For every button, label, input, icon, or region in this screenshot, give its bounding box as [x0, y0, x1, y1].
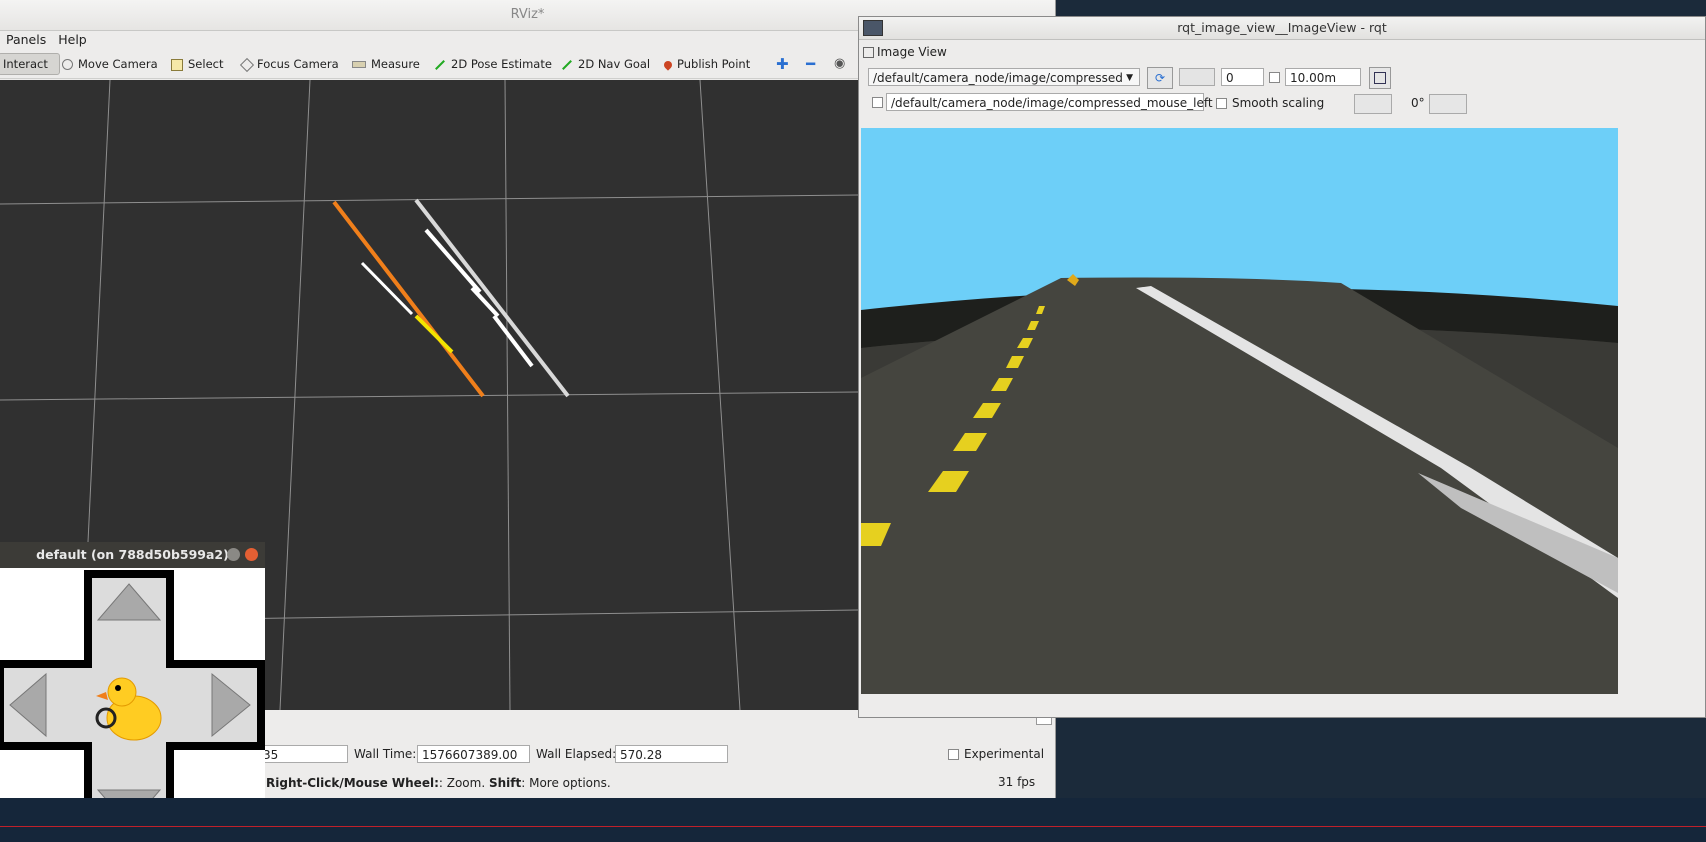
- menu-panels[interactable]: Panels: [0, 30, 52, 50]
- chevron-down-icon: ▼: [1126, 73, 1133, 83]
- plugin-icon: [863, 47, 874, 58]
- rqt-window: rqt_image_view__ImageView - rqt Image Vi…: [858, 16, 1706, 718]
- joystick-title-bar: default (on 788d50b599a2): [0, 542, 265, 568]
- hint-text-1: : Zoom.: [438, 776, 489, 790]
- save-icon: [1374, 72, 1386, 84]
- plugin-label: Image View: [877, 45, 947, 59]
- lane-segments: [332, 198, 570, 398]
- plugin-header: Image View: [863, 45, 947, 59]
- red-divider-line: [0, 826, 1706, 827]
- mouse-topic-field[interactable]: /default/camera_node/image/compressed_mo…: [886, 93, 1213, 111]
- tool-measure-label: Measure: [371, 57, 420, 71]
- rqt-title: rqt_image_view__ImageView - rqt: [1177, 20, 1387, 35]
- window-icon: [863, 20, 883, 36]
- rviz-title: RViz*: [510, 7, 545, 22]
- ruler-icon: [352, 61, 366, 68]
- map-pin-icon: [662, 58, 674, 71]
- tool-publish-point[interactable]: Publish Point: [660, 53, 754, 75]
- hint-bold-1: Right-Click/Mouse Wheel:: [266, 776, 439, 790]
- desktop-taskbar: [0, 798, 1706, 842]
- wall-time-label: Wall Time:: [354, 747, 417, 761]
- wall-elapsed-field[interactable]: 570.28: [615, 745, 728, 763]
- menu-help[interactable]: Help: [52, 30, 93, 50]
- green-arrow-icon: [562, 59, 572, 70]
- tool-interact[interactable]: Interact: [0, 53, 60, 75]
- tool-select-label: Select: [188, 57, 224, 71]
- ros-elapsed-field[interactable]: 35: [258, 745, 348, 763]
- depth-spinbox[interactable]: 0: [1221, 68, 1264, 86]
- max-range-checkbox[interactable]: [1269, 72, 1280, 83]
- tool-pose-estimate[interactable]: 2D Pose Estimate: [430, 53, 556, 75]
- rotate-left-button[interactable]: [1354, 94, 1392, 114]
- tool-focus-camera[interactable]: Focus Camera: [238, 53, 343, 75]
- plus-icon[interactable]: ✚: [772, 53, 793, 75]
- green-arrow-icon: [435, 59, 445, 70]
- wall-elapsed-label: Wall Elapsed:: [536, 747, 617, 761]
- save-image-button[interactable]: [1369, 67, 1391, 89]
- max-range-spinbox[interactable]: 10.00m: [1285, 68, 1361, 86]
- tool-measure[interactable]: Measure: [348, 53, 424, 75]
- refresh-button[interactable]: ⟳: [1147, 67, 1173, 89]
- refresh-icon: ⟳: [1154, 71, 1166, 85]
- experimental-check[interactable]: [948, 749, 959, 760]
- wall-time-field[interactable]: 1576607389.00: [417, 745, 530, 763]
- eye-icon[interactable]: ◉: [830, 53, 849, 75]
- move-camera-icon: [62, 59, 73, 70]
- minimize-icon[interactable]: [227, 548, 240, 561]
- depth-spinbox-value: 0: [1226, 71, 1234, 85]
- smooth-scaling-checkbox[interactable]: Smooth scaling: [1216, 96, 1324, 110]
- camera-scene: [861, 128, 1618, 694]
- select-icon: [171, 58, 183, 71]
- smooth-scaling-label: Smooth scaling: [1232, 96, 1325, 110]
- tool-interact-label: Interact: [3, 57, 48, 71]
- rotation-value: 0°: [1411, 96, 1425, 110]
- tool-nav-goal-label: 2D Nav Goal: [578, 57, 651, 71]
- minus-icon[interactable]: ━: [802, 53, 819, 75]
- tool-move-camera-label: Move Camera: [78, 57, 158, 71]
- experimental-label: Experimental: [964, 747, 1045, 761]
- tool-nav-goal[interactable]: 2D Nav Goal: [557, 53, 654, 75]
- mouse-hint: Right-Click/Mouse Wheel:: Zoom. Shift: M…: [266, 776, 611, 790]
- rviz-toolbar: Interact Move Camera Select Focus Camera…: [0, 50, 860, 79]
- topic-select[interactable]: /default/camera_node/image/compressed ▼: [868, 68, 1140, 86]
- tool-focus-camera-label: Focus Camera: [257, 57, 339, 71]
- hint-text-2: : More options.: [521, 776, 611, 790]
- smooth-scaling-check[interactable]: [1216, 98, 1227, 109]
- hint-bold-2: Shift: [488, 776, 522, 790]
- tool-pose-estimate-label: 2D Pose Estimate: [451, 57, 552, 71]
- camera-image[interactable]: [861, 128, 1618, 694]
- joystick-window: default (on 788d50b599a2): [0, 542, 265, 842]
- topic-select-value: /default/camera_node/image/compressed: [873, 71, 1123, 85]
- max-range-value: 10.00m: [1290, 71, 1337, 85]
- tool-publish-point-label: Publish Point: [677, 57, 751, 71]
- close-icon[interactable]: [245, 548, 258, 561]
- tool-select[interactable]: Select: [167, 53, 227, 75]
- min-range-field[interactable]: [1179, 68, 1215, 86]
- mouse-publish-checkbox[interactable]: [872, 97, 883, 108]
- focus-camera-icon: [239, 57, 255, 72]
- joystick-title: default (on 788d50b599a2): [36, 547, 229, 562]
- tool-move-camera[interactable]: Move Camera: [58, 53, 162, 75]
- rqt-title-bar: rqt_image_view__ImageView - rqt: [859, 17, 1705, 40]
- rotate-right-button[interactable]: [1429, 94, 1467, 114]
- experimental-checkbox[interactable]: Experimental: [948, 747, 1044, 761]
- fps-readout: 31 fps: [998, 775, 1036, 789]
